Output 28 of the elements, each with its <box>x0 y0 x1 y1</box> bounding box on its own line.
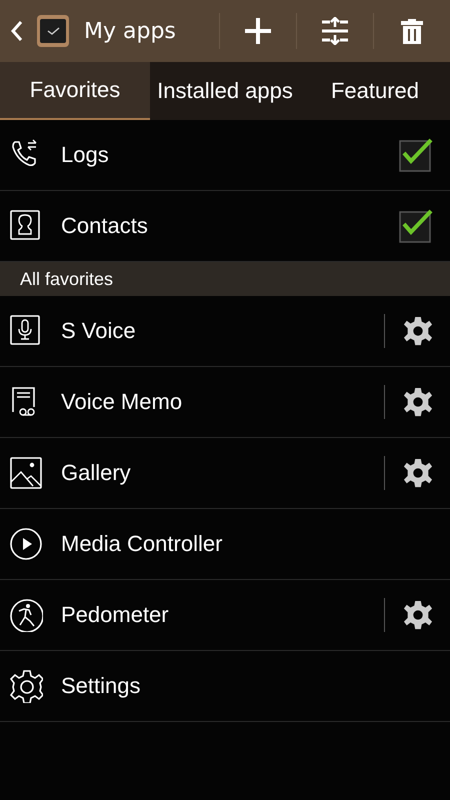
watch-icon <box>36 14 70 48</box>
play-icon <box>9 527 43 561</box>
app-name[interactable]: Pedometer <box>61 602 384 628</box>
walking-figure-icon <box>9 598 43 632</box>
contact-icon <box>9 209 43 243</box>
trash-icon[interactable] <box>398 17 426 45</box>
app-name[interactable]: Voice Memo <box>61 389 384 415</box>
app-name[interactable]: S Voice <box>61 318 384 344</box>
app-name[interactable]: Media Controller <box>61 531 433 557</box>
screen-title: My apps <box>84 18 177 44</box>
settings-icon[interactable] <box>403 387 433 417</box>
tab[interactable]: Favorites <box>0 62 150 120</box>
app-name: Contacts <box>61 213 149 239</box>
sort-arrows-icon[interactable] <box>321 17 349 45</box>
app-name: Logs <box>61 142 110 168</box>
section-header: All favorites <box>0 262 450 296</box>
settings-icon[interactable] <box>403 458 433 488</box>
app-name[interactable]: Gallery <box>61 460 384 486</box>
add-icon[interactable] <box>244 17 272 45</box>
app-name[interactable]: Settings <box>61 673 433 699</box>
image-icon <box>9 456 43 490</box>
settings-icon[interactable] <box>403 316 433 346</box>
settings-icon <box>9 669 43 703</box>
settings-icon[interactable] <box>403 600 433 630</box>
microphone-icon <box>9 314 43 348</box>
checkbox[interactable] <box>399 138 433 172</box>
back-icon[interactable] <box>10 20 24 42</box>
checkbox[interactable] <box>399 209 433 243</box>
